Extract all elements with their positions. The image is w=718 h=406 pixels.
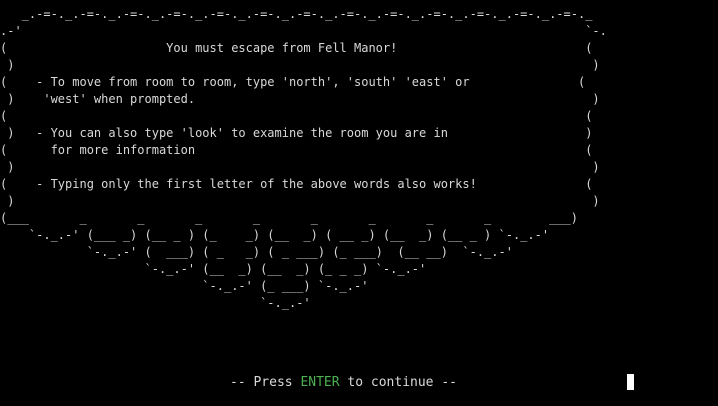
screen-line: ) ) [0,160,600,174]
screen-line: .-' `-. [0,24,607,38]
screen-line: ( - To move from room to room, type 'nor… [0,75,586,89]
screen-line: `-._.-' ( ___) ( _ _) ( _ ___) (_ ___) (… [0,245,513,259]
continue-prompt: -- Press ENTER to continue -- [230,374,457,391]
prompt-suffix: to continue -- [339,375,457,390]
screen-line: `-._.-' (__ _) (__ _) (_ _ _) `-._.-' [0,262,427,276]
screen-line: `-._.-' (___ _) (__ _ ) (_ _) (__ _) ( _… [0,228,550,242]
screen-line: _.-=-._.-=-._.-=-._.-=-._.-=-._.-=-._.-=… [0,7,593,21]
enter-key-label: ENTER [300,375,340,390]
intro-banner-screen: _.-=-._.-=-._.-=-._.-=-._.-=-._.-=-._.-=… [0,6,607,312]
text-cursor [627,374,634,390]
screen-line: ( for more information ( [0,143,593,157]
screen-line: ) - You can also type 'look' to examine … [0,126,593,140]
screen-line: ) 'west' when prompted. ) [0,92,600,106]
screen-line: ( You must escape from Fell Manor! ( [0,41,593,55]
screen-line: `-._.-' [0,296,311,310]
screen-line: `-._.-' (_ ___) `-._.-' [0,279,369,293]
prompt-prefix: -- Press [230,375,301,390]
screen-line: ) ) [0,58,600,72]
screen-line: (___ _ _ _ _ _ _ _ _ ___) [0,211,578,225]
screen-line: ( ( [0,109,593,123]
terminal-window[interactable]: _.-=-._.-=-._.-=-._.-=-._.-=-._.-=-._.-=… [0,0,718,406]
screen-line: ( - Typing only the first letter of the … [0,177,593,191]
screen-line: ) ) [0,194,600,208]
